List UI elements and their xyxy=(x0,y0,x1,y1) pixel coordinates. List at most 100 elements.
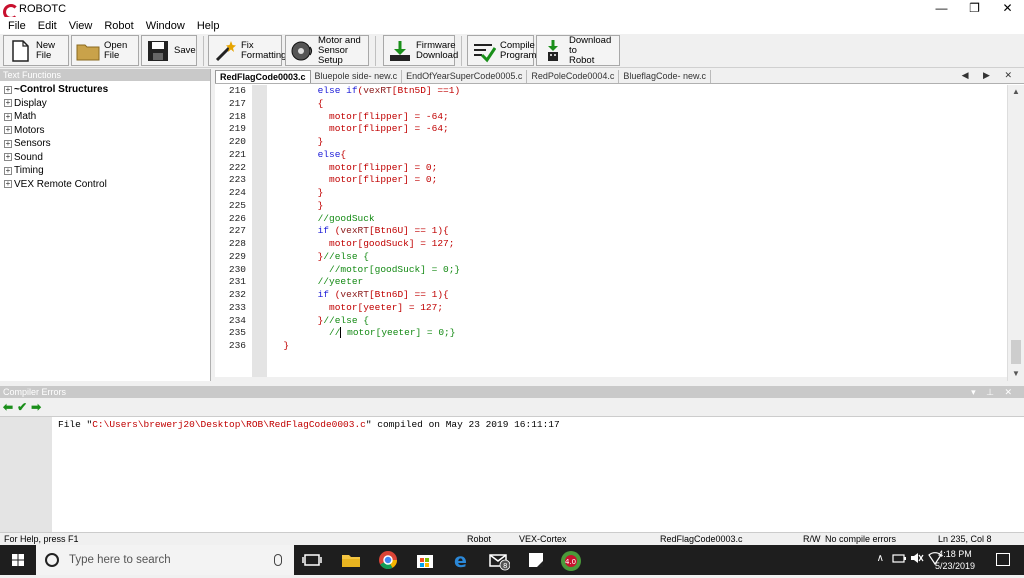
close-button[interactable]: ✕ xyxy=(991,0,1024,17)
line-number: 232 xyxy=(228,289,246,300)
menu-help[interactable]: Help xyxy=(197,20,220,32)
compiler-toolbar: ⬅ ✔ ➡ xyxy=(0,399,1024,415)
windows-icon xyxy=(12,554,24,566)
chrome-icon[interactable] xyxy=(377,549,399,571)
tree-item-display[interactable]: + Display xyxy=(0,97,210,111)
expand-plus-icon[interactable]: + xyxy=(4,112,12,121)
status-help: For Help, press F1 xyxy=(4,534,79,544)
tree-item-motors[interactable]: + Motors xyxy=(0,124,210,138)
code-line: else if(vexRT[Btn5D] ==1) xyxy=(317,85,461,96)
window-controls: — ❐ ✕ xyxy=(925,0,1024,17)
previous-error-icon[interactable]: ⬅ xyxy=(3,400,13,414)
code-line: if (vexRT[Btn6D] == 1){ xyxy=(317,289,449,300)
microphone-icon[interactable] xyxy=(274,554,282,566)
taskbar-search[interactable]: Type here to search xyxy=(36,545,294,575)
volume-muted-icon[interactable] xyxy=(910,551,924,565)
robotc-taskbar-icon[interactable]: 4.0 xyxy=(559,549,583,571)
scroll-thumb[interactable] xyxy=(1011,340,1021,364)
menu-edit[interactable]: Edit xyxy=(38,20,57,32)
tab-redflagcode0003[interactable]: RedFlagCode0003.c xyxy=(215,70,311,83)
tree-item-math[interactable]: + Math xyxy=(0,110,210,124)
download-to-robot-button[interactable]: Download to Robot xyxy=(536,35,620,66)
expand-plus-icon[interactable]: + xyxy=(4,126,12,135)
horizontal-scrollbar[interactable] xyxy=(215,377,1007,381)
open-file-button[interactable]: Open File xyxy=(71,35,139,66)
code-line: } xyxy=(272,199,324,211)
status-file: RedFlagCode0003.c xyxy=(660,534,743,544)
tab-navigation[interactable]: ◀ ▶ ✕ xyxy=(962,70,1018,81)
expand-plus-icon[interactable]: + xyxy=(4,180,12,189)
tree-item-timing[interactable]: + Timing xyxy=(0,164,210,178)
scroll-up-icon[interactable]: ▲ xyxy=(1008,85,1024,99)
check-icon[interactable]: ✔ xyxy=(17,400,27,414)
toolbar: New File Open File Save Fix Formatting Mo… xyxy=(0,34,1024,68)
tray-expand-icon[interactable]: ∧ xyxy=(877,553,884,564)
file-explorer-icon[interactable] xyxy=(340,549,362,571)
code-editor: RedFlagCode0003.c Bluepole side- new.c E… xyxy=(215,69,1024,381)
task-view-icon[interactable] xyxy=(301,549,323,571)
store-icon[interactable] xyxy=(414,549,436,571)
tree-item-sound[interactable]: + Sound xyxy=(0,151,210,165)
compile-program-button[interactable]: Compile Program xyxy=(467,35,537,66)
menu-bar: File Edit View Robot Window Help xyxy=(0,17,1024,34)
cortana-icon xyxy=(45,553,59,567)
tree-item-vex-remote-control[interactable]: + VEX Remote Control xyxy=(0,178,210,192)
toolbar-separator xyxy=(203,36,204,66)
status-rw: R/W xyxy=(803,534,821,544)
maximize-button[interactable]: ❐ xyxy=(958,0,991,17)
breakpoint-gutter[interactable] xyxy=(252,85,267,377)
tab-redpolecode0004[interactable]: RedPoleCode0004.c xyxy=(527,70,620,83)
code-line: else{ xyxy=(317,148,347,160)
code-line: motor[goodSuck] = 127; xyxy=(272,238,455,249)
tab-blueflagcode[interactable]: BlueflagCode- new.c xyxy=(619,70,711,83)
line-number: 221 xyxy=(228,148,246,160)
tree-item-control-structures[interactable]: + ~Control Structures xyxy=(0,83,210,97)
magic-wand-icon xyxy=(213,39,237,63)
menu-view[interactable]: View xyxy=(69,20,93,32)
line-number: 230 xyxy=(228,263,246,275)
tree-item-sensors[interactable]: + Sensors xyxy=(0,137,210,151)
expand-plus-icon[interactable]: + xyxy=(4,99,12,108)
line-number: 226 xyxy=(228,212,246,224)
toolbar-separator xyxy=(461,36,462,66)
code-line: //yeeter xyxy=(317,276,364,288)
line-number: 231 xyxy=(228,276,246,288)
motor-sensor-setup-button[interactable]: Motor and Sensor Setup xyxy=(285,35,369,66)
line-number: 227 xyxy=(228,225,246,237)
code-area[interactable]: else if(vexRT[Btn5D] ==1) { motor[flippe… xyxy=(272,85,1007,377)
fix-formatting-button[interactable]: Fix Formatting xyxy=(208,35,286,66)
scroll-down-icon[interactable]: ▼ xyxy=(1008,367,1024,381)
expand-plus-icon[interactable]: + xyxy=(4,153,12,162)
new-file-button[interactable]: New File xyxy=(3,35,69,66)
firmware-label-2: Download xyxy=(416,49,459,61)
tab-endofyearsupercode[interactable]: EndOfYearSuperCode0005.c xyxy=(402,70,528,83)
search-input[interactable]: Type here to search xyxy=(69,554,274,566)
tab-bluepole-side[interactable]: Bluepole side- new.c xyxy=(311,70,403,83)
compile-label-2: Program xyxy=(500,49,537,61)
status-errors: No compile errors xyxy=(825,534,897,544)
taskbar-clock[interactable]: 4:18 PM 5/23/2019 xyxy=(930,548,980,572)
folder-icon xyxy=(76,39,100,63)
next-error-icon[interactable]: ➡ xyxy=(31,400,41,414)
expand-plus-icon[interactable]: + xyxy=(4,85,12,94)
expand-plus-icon[interactable]: + xyxy=(4,166,12,175)
minimize-button[interactable]: — xyxy=(925,0,958,17)
menu-robot[interactable]: Robot xyxy=(104,20,133,32)
panel-pin-controls[interactable]: ▾ ⊥ ✕ xyxy=(971,386,1016,398)
battery-icon[interactable] xyxy=(892,551,906,565)
start-button[interactable] xyxy=(0,545,36,575)
save-button[interactable]: Save xyxy=(141,35,197,66)
download-label-1: Download to xyxy=(569,34,612,56)
edge-icon[interactable]: e xyxy=(451,549,473,572)
firmware-download-button[interactable]: Firmware Download xyxy=(383,35,459,66)
action-center-icon[interactable] xyxy=(996,553,1010,566)
sticky-notes-icon[interactable] xyxy=(525,549,547,571)
menu-file[interactable]: File xyxy=(8,20,26,32)
expand-plus-icon[interactable]: + xyxy=(4,139,12,148)
code-line: if (vexRT[Btn6U] == 1){ xyxy=(317,225,449,237)
menu-window[interactable]: Window xyxy=(146,20,185,32)
mail-icon[interactable]: 8 xyxy=(488,549,511,571)
code-line: } xyxy=(272,340,290,351)
code-line: motor[flipper] = 0; xyxy=(272,174,438,186)
vertical-scrollbar[interactable]: ▲ ▼ xyxy=(1007,85,1024,381)
